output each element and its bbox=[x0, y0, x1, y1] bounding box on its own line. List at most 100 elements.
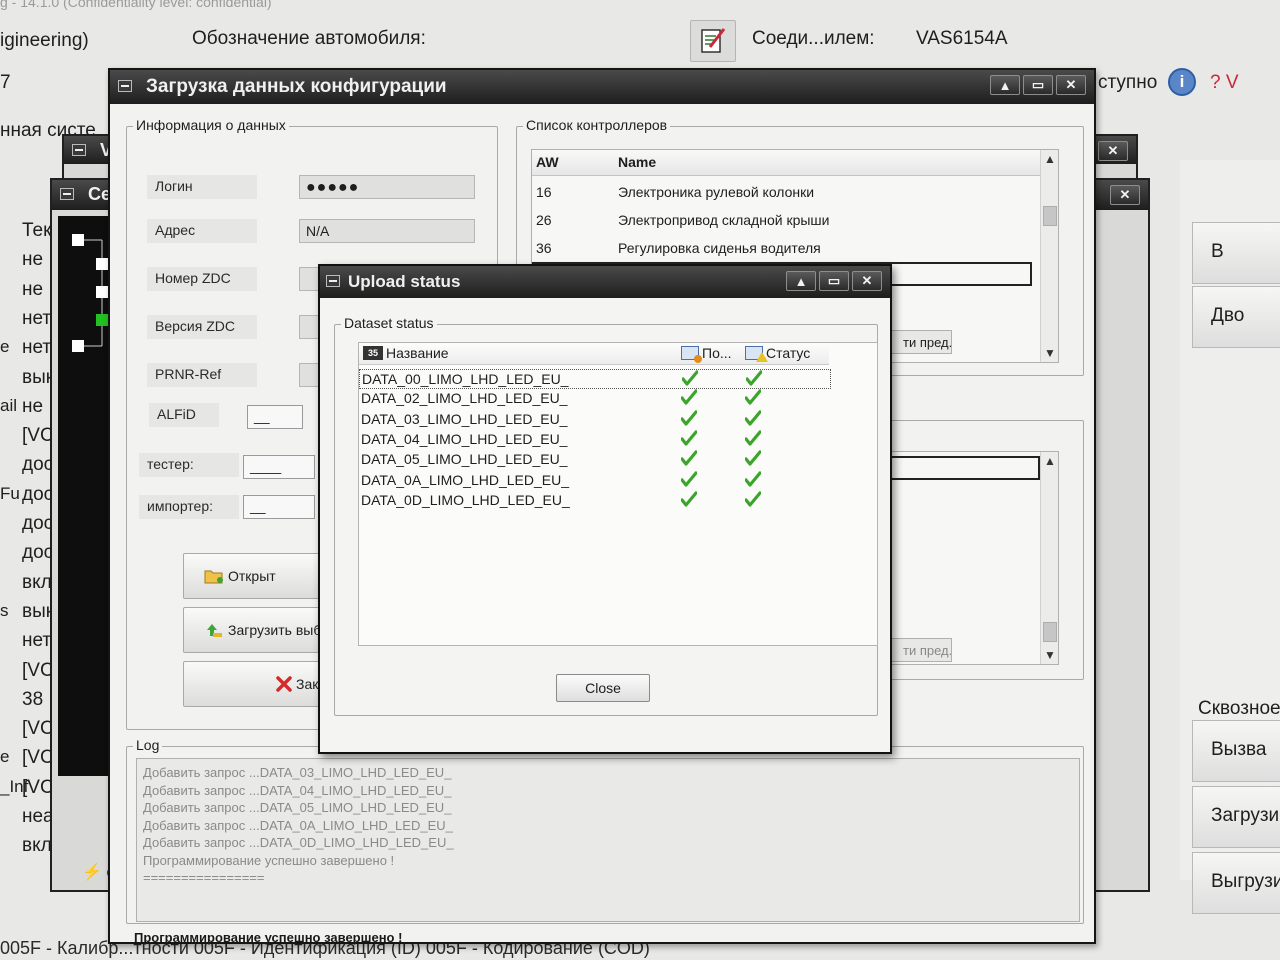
importer-field[interactable]: __ bbox=[243, 495, 315, 519]
background-list-prefix: s bbox=[0, 600, 9, 620]
system-menu-icon[interactable] bbox=[118, 80, 132, 92]
close-icon[interactable]: ✕ bbox=[1056, 75, 1086, 95]
address-label: Адрес bbox=[147, 219, 257, 243]
minimize-icon[interactable]: ▲ bbox=[990, 75, 1020, 95]
close-icon[interactable]: ✕ bbox=[1098, 141, 1128, 161]
right-button-download[interactable]: Выгрузи bbox=[1192, 852, 1280, 914]
background-list-item: [VC bbox=[22, 718, 54, 740]
check-icon bbox=[681, 389, 697, 405]
controller-name[interactable]: Регулировка сиденья водителя bbox=[618, 240, 821, 256]
scroll-down-icon[interactable]: ▼ bbox=[1041, 346, 1059, 360]
scroll-thumb[interactable] bbox=[1043, 206, 1057, 226]
help-label[interactable]: ? V bbox=[1210, 72, 1239, 94]
close-icon[interactable]: ✕ bbox=[852, 271, 882, 291]
close-button[interactable]: Close bbox=[556, 674, 650, 702]
data-info-group-title: Информация о данных bbox=[133, 117, 289, 133]
check-icon bbox=[681, 409, 697, 426]
log-line: Программирование успешно завершено ! bbox=[143, 852, 395, 868]
background-list-prefix: e bbox=[0, 747, 10, 767]
second-list-scrollbar[interactable]: ▲ ▼ bbox=[1040, 452, 1058, 664]
controller-aw[interactable]: 16 bbox=[536, 184, 552, 200]
availability-fragment: ступно bbox=[1098, 72, 1158, 93]
background-list-prefix: ail bbox=[0, 395, 18, 415]
dataset-row[interactable]: DATA_05_LIMO_LHD_LED_EU_ bbox=[359, 450, 831, 470]
scroll-down-icon[interactable]: ▼ bbox=[1041, 648, 1059, 662]
background-list-item: нет bbox=[22, 337, 52, 359]
controller-aw[interactable]: 26 bbox=[536, 212, 552, 228]
right-action-panel: В Дво Сквозное Вызва Загрузи Выгрузи bbox=[1180, 160, 1280, 914]
dataset-row[interactable]: DATA_04_LIMO_LHD_LED_EU_ bbox=[359, 430, 831, 450]
controller-name[interactable]: Электроника рулевой колонки bbox=[618, 184, 814, 200]
right-button-1[interactable]: В bbox=[1192, 222, 1280, 284]
check-icon bbox=[681, 491, 697, 507]
alfid-field[interactable]: __ bbox=[247, 405, 303, 429]
background-list-item: вкл bbox=[22, 571, 52, 593]
controllers-scrollbar[interactable]: ▲ ▼ bbox=[1040, 150, 1058, 362]
controller-name[interactable]: Электропривод складной крыши bbox=[618, 212, 829, 228]
dataset-name: DATA_0A_LIMO_LHD_LED_EU_ bbox=[361, 471, 570, 488]
controller-aw[interactable]: 36 bbox=[536, 240, 552, 256]
left-number: 7 bbox=[0, 72, 11, 93]
background-list-item: не bbox=[22, 249, 44, 271]
tester-field[interactable]: ____ bbox=[243, 455, 315, 479]
maximize-icon[interactable]: ▭ bbox=[819, 271, 849, 291]
background-list-item: дос bbox=[22, 542, 54, 564]
scroll-up-icon[interactable]: ▲ bbox=[1041, 454, 1059, 468]
dataset-name: DATA_00_LIMO_LHD_LED_EU_ bbox=[362, 371, 569, 387]
right-button-upload[interactable]: Загрузи bbox=[1192, 786, 1280, 848]
po-column-header[interactable]: По... bbox=[681, 345, 732, 363]
scroll-thumb[interactable] bbox=[1043, 622, 1057, 642]
log-line: Добавить запрос ...DATA_05_LIMO_LHD_LED_… bbox=[143, 800, 452, 815]
system-menu-icon[interactable] bbox=[326, 275, 340, 287]
dataset-status-group-title: Dataset status bbox=[341, 315, 437, 331]
tester-label: тестер: bbox=[139, 453, 239, 477]
log-line: Добавить запрос ...DATA_0A_LIMO_LHD_LED_… bbox=[143, 817, 453, 833]
name-column-header[interactable]: Name bbox=[618, 154, 656, 170]
close-config-button[interactable]: Закр bbox=[183, 661, 333, 707]
log-line: Добавить запрос ...DATA_03_LIMO_LHD_LED_… bbox=[143, 765, 452, 780]
right-button-2[interactable]: Дво bbox=[1192, 286, 1280, 348]
info-icon[interactable]: i bbox=[1168, 68, 1196, 96]
close-icon[interactable]: ✕ bbox=[1110, 185, 1140, 205]
config-window-titlebar: Загрузка данных конфигурации ▲ ▭ ✕ bbox=[110, 70, 1094, 104]
scroll-up-icon[interactable]: ▲ bbox=[1041, 152, 1059, 166]
aw-column-header[interactable]: AW bbox=[536, 154, 559, 170]
login-label: Логин bbox=[147, 175, 257, 199]
dataset-row[interactable]: DATA_02_LIMO_LHD_LED_EU_ bbox=[359, 389, 831, 409]
background-list-item: неа bbox=[22, 806, 54, 827]
upload-selected-button[interactable]: Загрузить выб bbox=[183, 607, 333, 653]
system-menu-icon[interactable] bbox=[60, 188, 74, 200]
system-menu-icon[interactable] bbox=[72, 144, 86, 156]
log-text-area[interactable]: Добавить запрос ...DATA_03_LIMO_LHD_LED_… bbox=[136, 758, 1080, 922]
dataset-name: DATA_04_LIMO_LHD_LED_EU_ bbox=[361, 430, 568, 447]
address-field[interactable]: N/A bbox=[299, 219, 475, 243]
background-list-prefix: Fu bbox=[0, 483, 20, 503]
edit-notes-button[interactable] bbox=[690, 20, 736, 62]
connection-value: VAS6154A bbox=[916, 28, 1008, 49]
background-list-item: [VC bbox=[22, 659, 54, 681]
background-list-item: дос bbox=[22, 483, 54, 505]
dataset-list[interactable]: 35 Название По... Статус DATA_00_LIMO_LH… bbox=[358, 342, 878, 646]
status-column-header[interactable]: Статус bbox=[745, 345, 810, 362]
dataset-name: DATA_05_LIMO_LHD_LED_EU_ bbox=[361, 451, 568, 468]
background-list-item: нет bbox=[22, 630, 52, 652]
check-icon bbox=[745, 389, 761, 405]
right-button-call[interactable]: Вызва bbox=[1192, 720, 1280, 782]
name-column-header[interactable]: 35 Название bbox=[363, 345, 449, 361]
dataset-row[interactable]: DATA_00_LIMO_LHD_LED_EU_ bbox=[359, 369, 831, 389]
check-icon bbox=[682, 370, 698, 386]
open-button[interactable]: Открыт bbox=[183, 553, 333, 599]
minimize-icon[interactable]: ▲ bbox=[786, 271, 816, 291]
background-list-item: [VC bbox=[22, 425, 54, 447]
check-icon bbox=[745, 409, 761, 426]
log-line: ================ bbox=[143, 870, 265, 885]
app-title-line: g - 14.1.0 (Confidentiality level: confi… bbox=[0, 0, 272, 10]
maximize-icon[interactable]: ▭ bbox=[1023, 75, 1053, 95]
dataset-row[interactable]: DATA_0A_LIMO_LHD_LED_EU_ bbox=[359, 470, 831, 491]
dataset-name: DATA_0D_LIMO_LHD_LED_EU_ bbox=[361, 491, 570, 508]
dataset-row[interactable]: DATA_03_LIMO_LHD_LED_EU_ bbox=[359, 409, 831, 430]
login-field[interactable]: ●●●●● bbox=[299, 175, 475, 199]
connection-label: Соеди...илем: bbox=[752, 28, 875, 49]
log-line: Добавить запрос ...DATA_0D_LIMO_LHD_LED_… bbox=[143, 835, 454, 850]
dataset-row[interactable]: DATA_0D_LIMO_LHD_LED_EU_ bbox=[359, 491, 831, 511]
